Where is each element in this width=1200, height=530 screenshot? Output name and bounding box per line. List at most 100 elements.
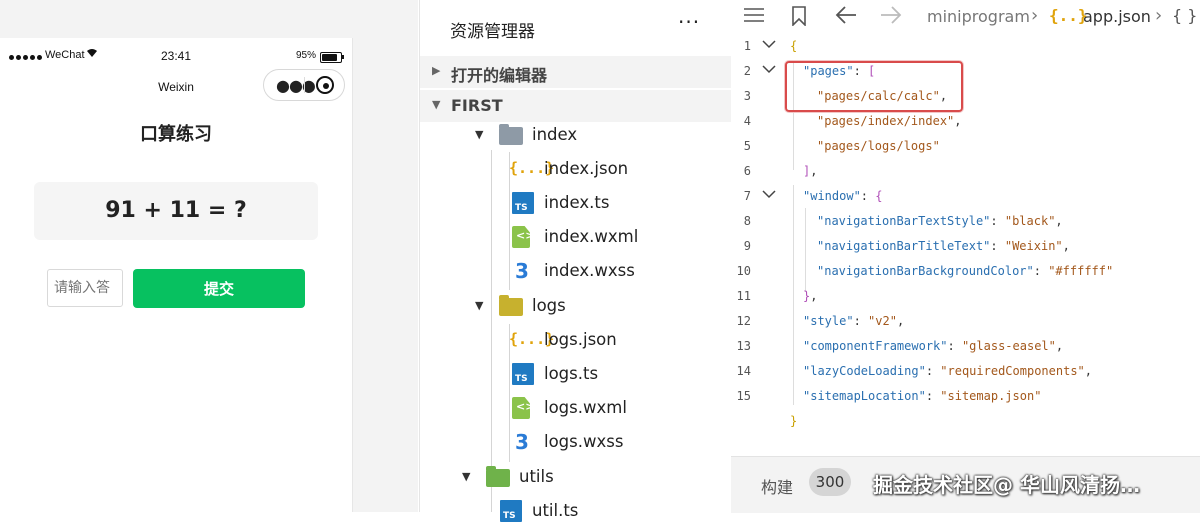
file-name: logs.wxss (544, 432, 624, 451)
wxss-file-icon: 3 (515, 430, 529, 454)
file-name: logs.wxml (544, 398, 627, 417)
menu-capsule[interactable]: ●●● (263, 69, 345, 101)
section-project[interactable]: ▼ FIRST (420, 90, 731, 122)
line-number: 7 (743, 189, 751, 203)
folder-name: index (532, 125, 578, 144)
folder-icon (499, 124, 523, 145)
battery-cap-icon (342, 55, 344, 59)
file-name: logs.ts (544, 364, 599, 383)
json-file-icon: {...} (509, 159, 555, 177)
wxml-file-icon: <> (512, 397, 530, 419)
tree-file-logs-ts[interactable]: TS logs.ts (420, 359, 731, 393)
chevron-right-icon: ▶ (432, 64, 441, 77)
tree-folder-index[interactable]: ▼ index (420, 120, 731, 154)
code-line[interactable]: "pages/logs/logs" (817, 139, 940, 153)
folder-name: utils (519, 467, 554, 486)
code-line[interactable]: "componentFramework": "glass-easel", (803, 339, 1063, 353)
tree-file-index-ts[interactable]: TS index.ts (420, 188, 731, 222)
code-line[interactable]: "navigationBarTitleText": "Weixin", (817, 239, 1070, 253)
page-title: 口算练习 (140, 124, 212, 145)
code-line[interactable]: ], (803, 164, 817, 178)
indent-guide (805, 208, 806, 292)
more-actions-icon[interactable]: ··· (678, 10, 700, 34)
line-number: 11 (736, 289, 751, 303)
battery-level (322, 54, 337, 61)
folder-name: logs (532, 296, 566, 315)
tree-file-index-wxss[interactable]: 3 index.wxss (420, 256, 731, 290)
close-target-icon[interactable] (316, 76, 334, 94)
file-name: index.wxml (544, 227, 639, 246)
tree-file-index-wxml[interactable]: <> index.wxml (420, 222, 731, 256)
chevron-down-icon: ▼ (475, 299, 484, 312)
line-number: 8 (743, 214, 751, 228)
code-line[interactable]: "style": "v2", (803, 314, 904, 328)
tree-file-logs-json[interactable]: {...} logs.json (420, 325, 731, 359)
breadcrumb-file[interactable]: app.json (1083, 7, 1151, 26)
line-number: 10 (736, 264, 751, 278)
tree-file-index-json[interactable]: {...} index.json (420, 154, 731, 188)
breadcrumb-symbol[interactable]: { } (1172, 6, 1197, 25)
watermark-text: 掘金技术社区@ 华山风清扬… (873, 473, 1140, 497)
fold-chevron-icon[interactable] (762, 63, 776, 77)
section-label: FIRST (451, 96, 503, 115)
explorer-panel: 资源管理器 ··· ▶ 打开的编辑器 ▼ FIRST ▼ index {...}… (419, 0, 732, 522)
line-number: 3 (743, 89, 751, 103)
more-dots-icon[interactable]: ●●● (276, 76, 316, 95)
code-line[interactable]: "lazyCodeLoading": "requiredComponents", (803, 364, 1092, 378)
editor-toolbar: miniprogram › {..} app.json › { } (731, 0, 1200, 36)
answer-input[interactable] (47, 269, 123, 307)
breadcrumb-folder[interactable]: miniprogram (927, 7, 1030, 26)
code-line[interactable]: } (790, 414, 797, 428)
build-tab[interactable]: 构建 (761, 474, 793, 498)
fold-chevron-icon[interactable] (762, 38, 776, 52)
line-number: 15 (736, 389, 751, 403)
back-arrow-icon[interactable] (835, 6, 857, 29)
line-number: 9 (743, 239, 751, 253)
line-number: 14 (736, 364, 751, 378)
tree-folder-utils[interactable]: ▼ utils (420, 462, 731, 496)
tree-file-logs-wxss[interactable]: 3 logs.wxss (420, 427, 731, 461)
file-name: logs.json (544, 330, 617, 349)
question-card: 91 + 11 = ? (34, 182, 318, 240)
simulator-panel: WeChat 23:41 95% Weixin ●●● 口算练习 91 + 11… (0, 0, 418, 512)
question-text: 91 + 11 = ? (105, 198, 247, 223)
code-editor: miniprogram › {..} app.json › { } 1 2 3 … (731, 0, 1200, 513)
fold-chevron-icon[interactable] (762, 188, 776, 202)
section-label: 打开的编辑器 (451, 66, 548, 85)
code-line[interactable]: { (790, 39, 797, 53)
code-line[interactable]: "navigationBarBackgroundColor": "#ffffff… (817, 264, 1113, 278)
ts-file-icon: TS (500, 500, 522, 522)
forward-arrow-icon[interactable] (880, 6, 902, 29)
explorer-title: 资源管理器 (450, 22, 535, 42)
folder-icon (486, 466, 510, 487)
bottom-panel: 构建 300 掘金技术社区@ 华山风清扬… (731, 456, 1200, 513)
code-line[interactable]: "pages/index/index", (817, 114, 962, 128)
ts-file-icon: TS (512, 363, 534, 385)
code-line[interactable]: "navigationBarTextStyle": "black", (817, 214, 1063, 228)
status-bar: WeChat 23:41 95% (0, 44, 352, 72)
line-number: 1 (743, 39, 751, 53)
code-line[interactable]: "sitemapLocation": "sitemap.json" (803, 389, 1041, 403)
indent-guide (793, 185, 794, 405)
file-name: index.wxss (544, 261, 635, 280)
build-count-badge: 300 (809, 468, 851, 496)
chevron-right-icon: › (1031, 5, 1039, 26)
tree-folder-logs[interactable]: ▼ logs (420, 291, 731, 325)
battery-icon (320, 52, 342, 63)
tree-file-util-ts[interactable]: TS util.ts (420, 496, 731, 530)
tree-file-logs-wxml[interactable]: <> logs.wxml (420, 393, 731, 427)
submit-button[interactable]: 提交 (133, 269, 305, 308)
wxss-file-icon: 3 (515, 259, 529, 283)
line-number: 12 (736, 314, 751, 328)
code-line[interactable]: "window": { (803, 189, 882, 203)
section-open-editors[interactable]: ▶ 打开的编辑器 (420, 56, 731, 88)
code-line[interactable]: }, (803, 289, 817, 303)
bookmark-icon[interactable] (790, 6, 808, 31)
wxml-file-icon: <> (512, 226, 530, 248)
line-number: 2 (743, 64, 751, 78)
line-number: 13 (736, 339, 751, 353)
list-icon[interactable] (743, 6, 765, 29)
line-number: 6 (743, 164, 751, 178)
json-file-icon: {..} (1049, 6, 1088, 25)
chevron-down-icon: ▼ (475, 128, 484, 141)
